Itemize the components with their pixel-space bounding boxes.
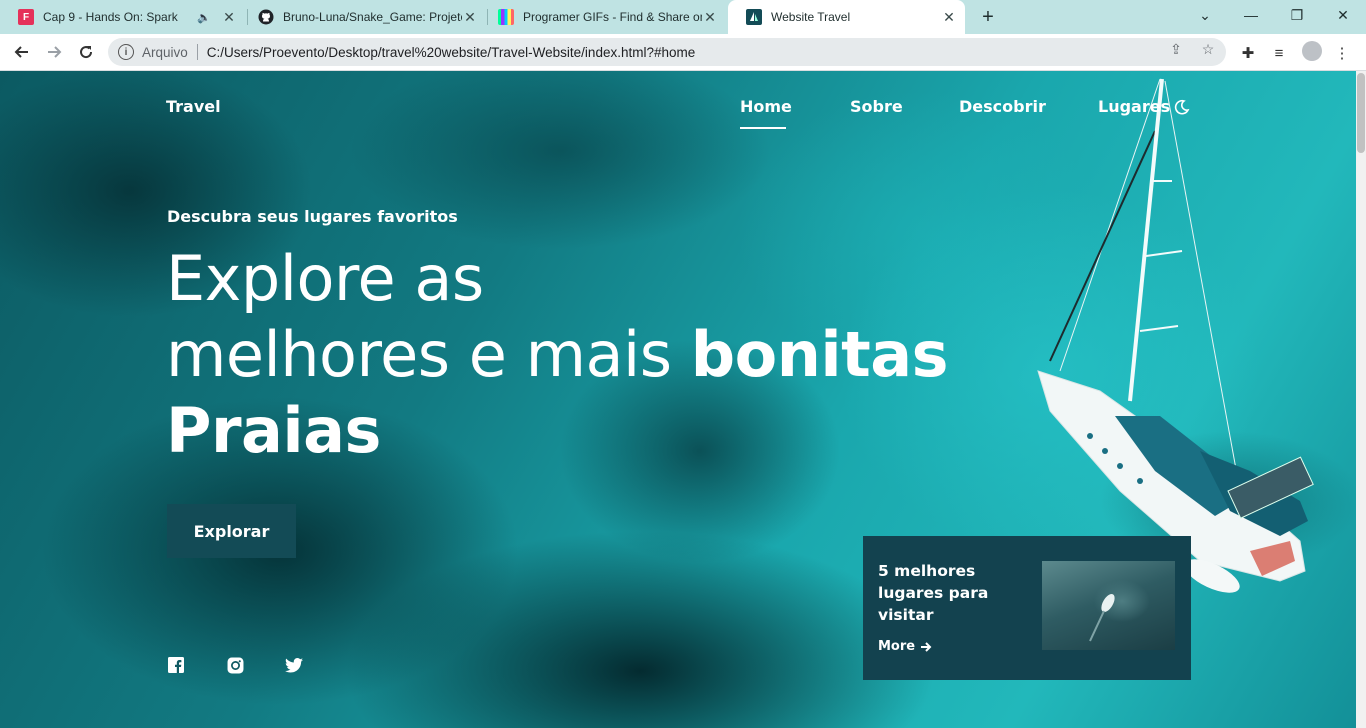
tab-title: Programer GIFs - Find & Share on <box>523 10 702 24</box>
forward-button[interactable] <box>40 38 68 66</box>
sail-icon <box>746 9 762 25</box>
headline-line-1: Explore as <box>166 242 484 315</box>
close-icon[interactable]: ✕ <box>702 9 718 25</box>
minimize-button[interactable]: — <box>1228 0 1274 30</box>
address-bar[interactable]: i Arquivo C:/Users/Proevento/Desktop/tra… <box>108 38 1226 66</box>
headline-bold-word: bonitas <box>690 318 949 391</box>
share-icon[interactable]: ⇪ <box>1168 41 1184 57</box>
reload-button[interactable] <box>72 38 100 66</box>
close-icon[interactable]: ✕ <box>941 9 957 25</box>
instagram-icon[interactable] <box>226 656 244 674</box>
headline-line-2: melhores e mais <box>166 318 691 391</box>
restore-button[interactable]: ❐ <box>1274 0 1320 30</box>
site-logo[interactable]: Travel <box>166 97 221 116</box>
arrow-left-icon <box>14 46 28 58</box>
tab-2[interactable]: Bruno-Luna/Snake_Game: Projeto ✕ <box>240 0 486 34</box>
github-icon <box>258 9 274 25</box>
divider <box>196 44 198 60</box>
tab-title: Cap 9 - Hands On: Spark <box>43 10 178 24</box>
tab-title: Bruno-Luna/Snake_Game: Projeto <box>283 10 462 24</box>
tab-3[interactable]: Programer GIFs - Find & Share on ✕ <box>480 0 726 34</box>
card-title: 5 melhores lugares para visitar <box>878 562 989 624</box>
hero-subtitle: Descubra seus lugares favoritos <box>167 207 458 226</box>
media-control-icon[interactable]: ≡ <box>1268 42 1290 64</box>
tab-1[interactable]: F Cap 9 - Hands On: Spark 🔈 ✕ <box>0 0 245 34</box>
hero-section: Travel Home Sobre Descobrir Lugares Desc… <box>0 71 1356 728</box>
scrollbar-thumb[interactable] <box>1357 73 1365 153</box>
sailboat-image <box>1037 78 1356 593</box>
giphy-icon <box>498 9 514 25</box>
speaker-icon[interactable]: 🔈 <box>197 11 211 24</box>
profile-avatar[interactable] <box>1302 41 1322 61</box>
moon-icon[interactable] <box>1174 99 1190 115</box>
facebook-icon[interactable] <box>167 656 185 674</box>
nav-home[interactable]: Home <box>740 97 792 116</box>
url-text: C:/Users/Proevento/Desktop/travel%20webs… <box>206 44 696 60</box>
featured-card: 5 melhores lugares para visitar More <box>863 536 1191 680</box>
tab-strip: F Cap 9 - Hands On: Spark 🔈 ✕ Bruno-Luna… <box>0 0 1366 34</box>
tab-search-icon[interactable]: ⌄ <box>1182 0 1228 30</box>
window-close-button[interactable]: ✕ <box>1320 0 1366 30</box>
hero-headline: Explore as melhores e mais bonitas Praia… <box>166 241 949 469</box>
explore-button[interactable]: Explorar <box>167 504 296 558</box>
extensions-icon[interactable]: ✚ <box>1237 42 1259 64</box>
menu-icon[interactable]: ⋮ <box>1331 42 1353 64</box>
back-button[interactable] <box>8 38 36 66</box>
twitter-icon[interactable] <box>285 656 303 674</box>
card-more-link[interactable]: More <box>878 639 932 654</box>
reload-icon <box>80 46 93 59</box>
tab-title: Website Travel <box>771 10 851 24</box>
nav-sobre[interactable]: Sobre <box>850 97 903 116</box>
card-image[interactable] <box>1042 561 1175 650</box>
info-icon[interactable]: i <box>118 44 134 60</box>
boat-thumbnail <box>1089 593 1115 642</box>
toolbar: i Arquivo C:/Users/Proevento/Desktop/tra… <box>0 34 1366 71</box>
close-icon[interactable]: ✕ <box>221 9 237 25</box>
card-more-label: More <box>878 639 916 654</box>
tab-4-active[interactable]: Website Travel ✕ <box>728 0 965 34</box>
arrow-right-icon <box>48 46 62 58</box>
new-tab-button[interactable]: + <box>977 6 999 28</box>
nav-descobrir[interactable]: Descobrir <box>959 97 1046 116</box>
arrow-right-icon <box>921 641 932 652</box>
page-scrollbar[interactable] <box>1356 71 1366 728</box>
headline-line-3: Praias <box>166 394 381 467</box>
active-nav-underline <box>740 127 786 129</box>
flipsnack-icon: F <box>18 9 34 25</box>
star-icon[interactable]: ☆ <box>1200 41 1216 57</box>
nav-lugares[interactable]: Lugares <box>1098 97 1170 116</box>
scheme-label: Arquivo <box>142 44 188 60</box>
close-icon[interactable]: ✕ <box>462 9 478 25</box>
